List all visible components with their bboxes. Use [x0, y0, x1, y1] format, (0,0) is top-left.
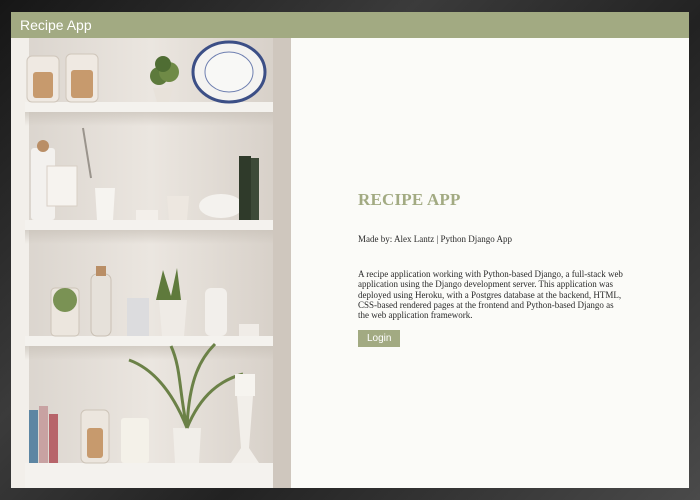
navbar: Recipe App [11, 12, 689, 38]
shelf-illustration [11, 38, 291, 488]
page-title: RECIPE APP [358, 190, 461, 209]
hero-image [11, 38, 291, 488]
browser-window: Recipe App RECIPE APP Made by: Alex Lant… [11, 12, 689, 488]
main-content: RECIPE APP Made by: Alex Lantz | Python … [358, 190, 623, 348]
author-line: Made by: Alex Lantz | Python Django App [358, 234, 513, 244]
login-button[interactable]: Login [358, 330, 401, 348]
app-description: A recipe application working with Python… [358, 269, 623, 321]
brand-link[interactable]: Recipe App [20, 17, 92, 33]
